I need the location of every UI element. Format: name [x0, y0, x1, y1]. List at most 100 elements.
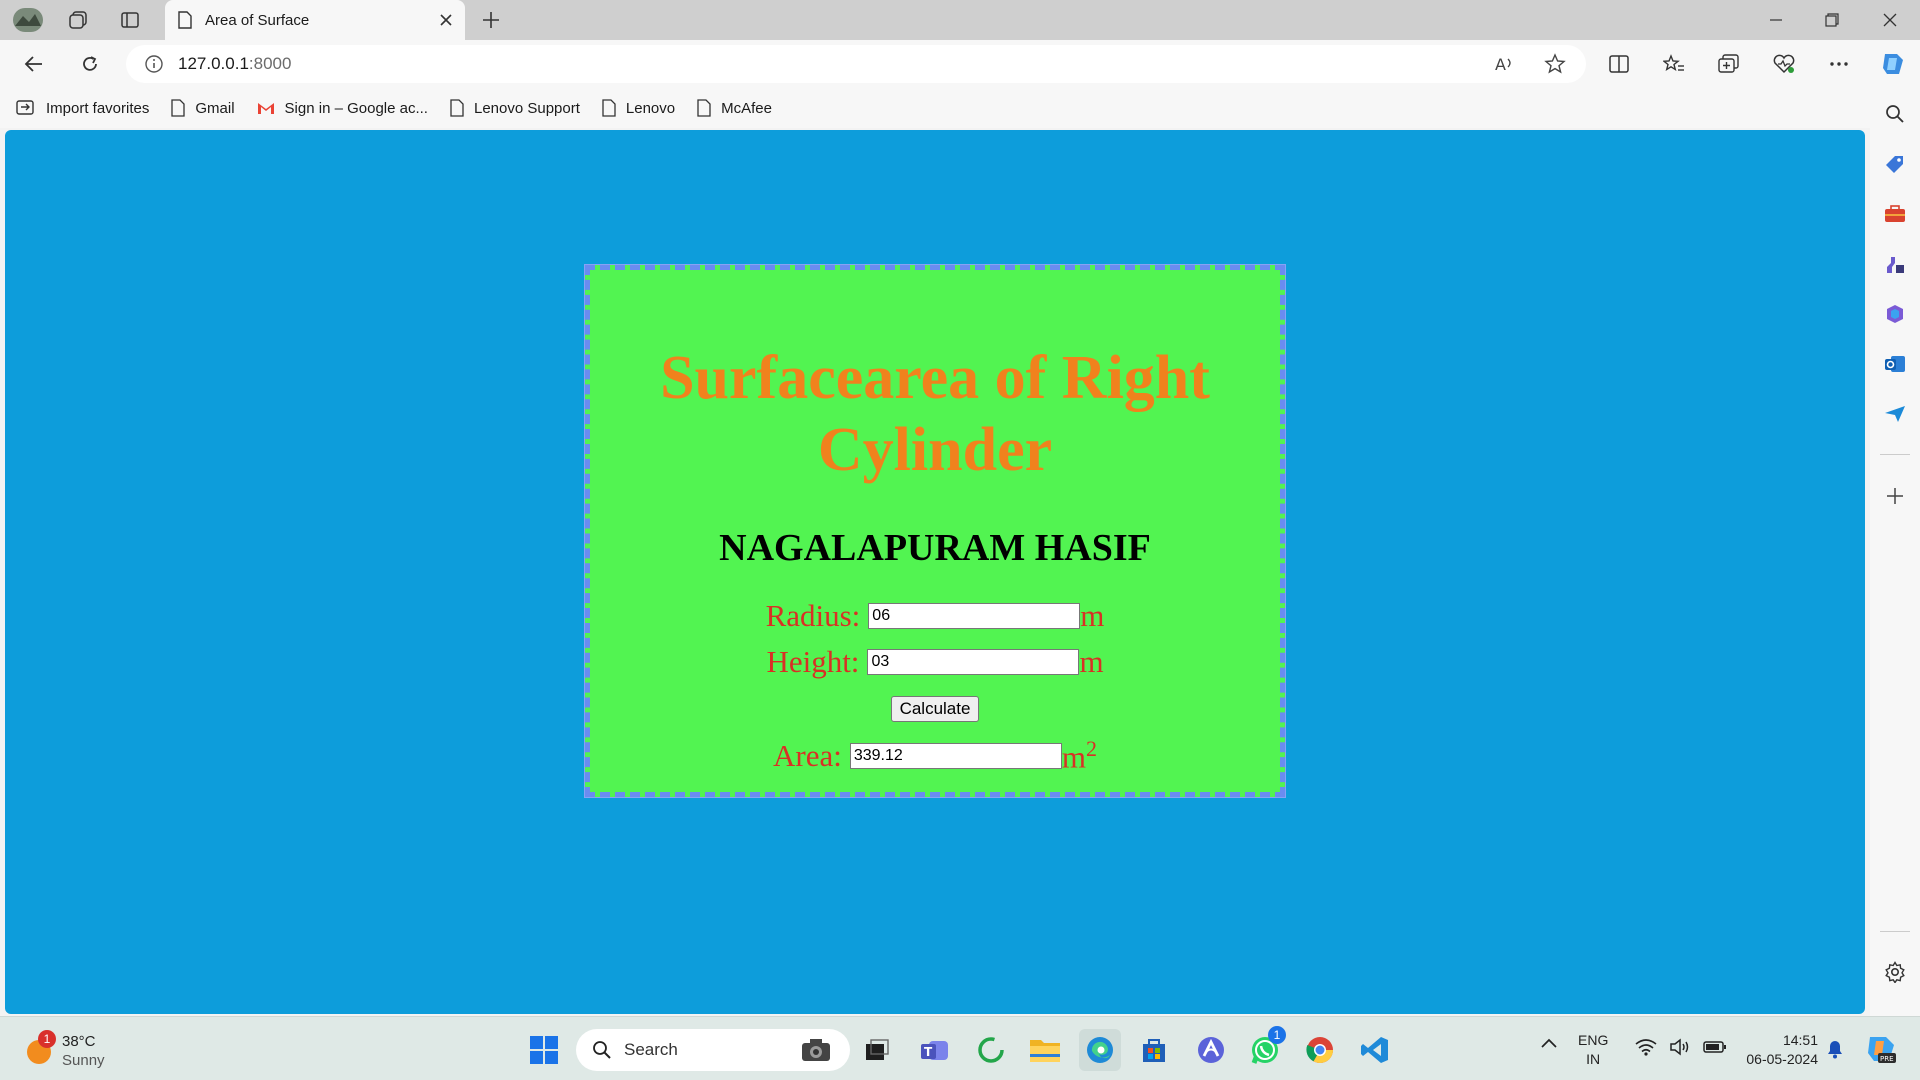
search-icon [592, 1040, 612, 1060]
clock-date: 06-05-2024 [1746, 1051, 1818, 1067]
weather-temp: 38°C [62, 1033, 96, 1050]
area-row: Area: m2 [590, 736, 1280, 775]
height-unit: m [1079, 644, 1104, 679]
battery-icon [1703, 1038, 1727, 1056]
notification-bell-icon[interactable] [1826, 1039, 1844, 1059]
file-explorer-icon[interactable] [1024, 1029, 1066, 1071]
tab-area-of-surface[interactable]: Area of Surface [165, 0, 465, 40]
favorite-lenovo[interactable]: Lenovo [602, 99, 675, 117]
page-icon [177, 11, 193, 29]
area-unit-exponent: 2 [1085, 736, 1097, 761]
favorite-star-icon[interactable] [1544, 53, 1566, 75]
url-port: :8000 [248, 54, 292, 73]
title-bar: Area of Surface [0, 0, 1920, 40]
arc-app-icon[interactable] [1190, 1029, 1232, 1071]
sun-icon: 1 [24, 1030, 56, 1066]
page-viewport: Surfacearea of Right Cylinder NAGALAPURA… [5, 130, 1865, 1014]
task-view-icon[interactable] [856, 1029, 898, 1071]
height-row: Height: m [590, 644, 1280, 680]
radius-row: Radius: m [590, 598, 1280, 634]
site-info-icon[interactable] [144, 54, 164, 74]
whatsapp-badge: 1 [1268, 1026, 1286, 1044]
windows-start-icon[interactable] [523, 1029, 565, 1071]
favorite-label: Sign in – Google ac... [284, 99, 428, 117]
height-input[interactable] [867, 649, 1080, 675]
games-icon[interactable] [1877, 246, 1913, 282]
sidebar-divider [1880, 454, 1910, 455]
vertical-tabs-icon[interactable] [112, 4, 148, 36]
svg-text:A: A [1495, 55, 1506, 74]
edge-icon[interactable] [1079, 1029, 1121, 1071]
page-icon [450, 99, 464, 117]
settings-gear-icon[interactable] [1877, 954, 1913, 990]
sync-app-icon[interactable] [970, 1029, 1012, 1071]
close-window-icon[interactable] [1862, 0, 1918, 40]
add-icon[interactable] [1877, 478, 1913, 514]
system-tray[interactable] [1635, 1038, 1727, 1056]
language-indicator[interactable]: ENG IN [1578, 1031, 1608, 1069]
language-code: ENG [1578, 1032, 1609, 1048]
teams-icon[interactable]: T [914, 1029, 956, 1071]
collections-icon[interactable] [1711, 46, 1747, 82]
close-tab-icon[interactable] [439, 13, 453, 27]
whatsapp-icon[interactable]: 1 [1245, 1026, 1287, 1071]
favorite-google-sign-in[interactable]: Sign in – Google ac... [257, 100, 428, 117]
minimize-icon[interactable] [1748, 0, 1804, 40]
taskbar-search[interactable]: Search [576, 1029, 850, 1071]
shopping-tag-icon[interactable] [1877, 146, 1913, 182]
favorite-lenovo-support[interactable]: Lenovo Support [450, 99, 580, 117]
copilot-icon[interactable] [1875, 46, 1911, 82]
copilot-preview-icon[interactable]: PRE [1864, 1031, 1898, 1065]
weather-desc: Sunny [62, 1052, 105, 1069]
taskbar: 1 38°C Sunny Search T 1 ENG IN 14:51 06-… [0, 1016, 1920, 1080]
outlook-icon[interactable] [1877, 346, 1913, 382]
import-icon [16, 99, 36, 117]
clock[interactable]: 14:51 06-05-2024 [1728, 1031, 1818, 1069]
microsoft-store-icon[interactable] [1133, 1029, 1175, 1071]
camera-search-icon [800, 1037, 832, 1063]
region-code: IN [1586, 1051, 1601, 1067]
search-icon[interactable] [1877, 96, 1913, 132]
radius-input[interactable] [868, 603, 1081, 629]
split-screen-icon[interactable] [1601, 46, 1637, 82]
read-aloud-icon[interactable]: A [1494, 54, 1516, 74]
url-host: 127.0.0.1 [178, 54, 249, 73]
page-icon [602, 99, 616, 117]
author-name: NAGALAPURAM HASIF [719, 527, 1151, 569]
vscode-icon[interactable] [1354, 1029, 1396, 1071]
calculator-card: Surfacearea of Right Cylinder NAGALAPURA… [584, 264, 1286, 798]
microsoft-365-icon[interactable] [1877, 296, 1913, 332]
area-label: Area: [773, 737, 842, 773]
workspaces-icon[interactable] [60, 4, 96, 36]
svg-text:T: T [924, 1045, 933, 1059]
back-icon[interactable] [16, 46, 52, 82]
refresh-icon[interactable] [72, 46, 108, 82]
area-output[interactable] [849, 742, 1062, 769]
browser-essentials-icon[interactable] [1766, 46, 1802, 82]
new-tab-button[interactable] [473, 4, 509, 36]
calculate-button[interactable]: Calculate [890, 696, 980, 722]
more-options-icon[interactable] [1821, 46, 1857, 82]
favorite-gmail[interactable]: Gmail [171, 99, 235, 117]
favorites-icon[interactable] [1656, 46, 1692, 82]
favorite-label: Lenovo Support [473, 99, 580, 117]
favorite-import-favorites[interactable]: Import favorites [16, 99, 149, 117]
weather-widget[interactable]: 1 38°C Sunny [24, 1029, 174, 1073]
navigation-bar: 127.0.0.1:8000 A [0, 40, 1920, 88]
tools-briefcase-icon[interactable] [1877, 196, 1913, 232]
search-placeholder: Search [624, 1040, 678, 1059]
favorite-mcafee[interactable]: McAfee [697, 99, 772, 117]
address-bar[interactable]: 127.0.0.1:8000 A [126, 45, 1586, 83]
favorite-label: McAfee [721, 99, 772, 117]
favorite-label: Gmail [195, 99, 235, 117]
chrome-icon[interactable] [1299, 1029, 1341, 1071]
send-icon[interactable] [1877, 396, 1913, 432]
wifi-icon [1635, 1038, 1657, 1056]
restore-icon[interactable] [1804, 0, 1860, 40]
profile-avatar[interactable] [10, 4, 46, 36]
sidebar-divider [1880, 931, 1910, 932]
gmail-icon [257, 101, 275, 115]
show-hidden-icons-icon[interactable] [1540, 1037, 1558, 1049]
weather-badge: 1 [38, 1030, 56, 1048]
page-icon [171, 99, 186, 117]
